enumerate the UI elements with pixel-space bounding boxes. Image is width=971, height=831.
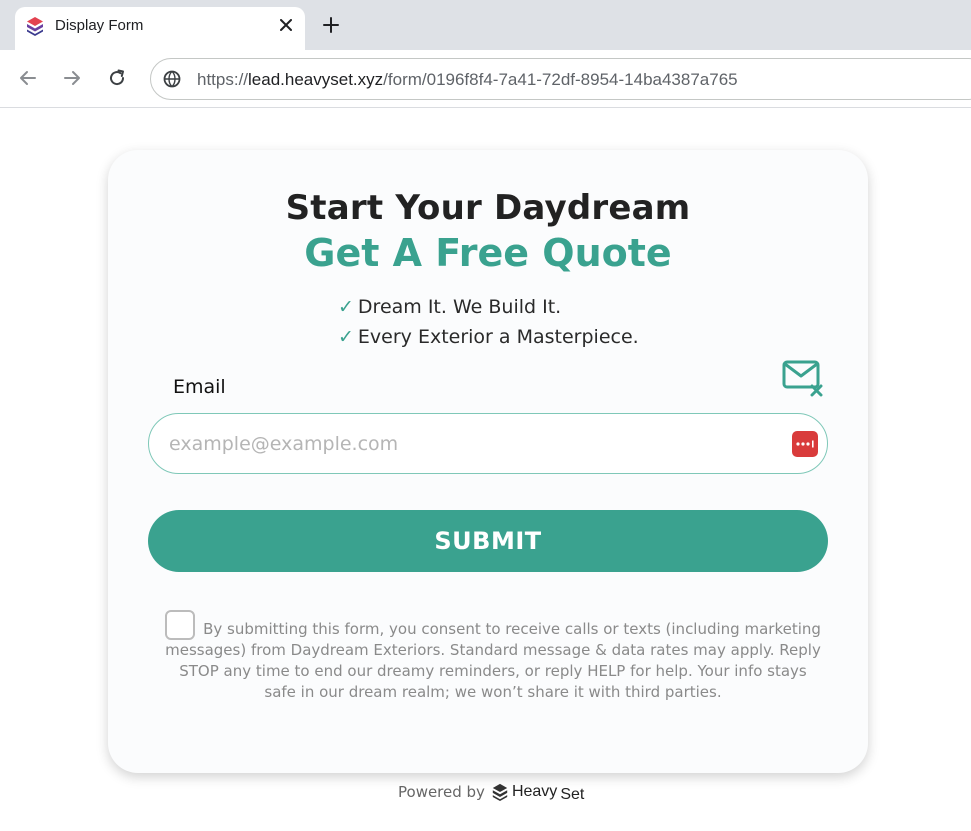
tab-title: Display Form xyxy=(55,17,144,34)
arrow-right-icon xyxy=(64,71,80,85)
powered-by: Powered by Heavy Set xyxy=(398,783,585,803)
mail-x-icon xyxy=(782,360,823,397)
url-host: lead.heavyset.xyz xyxy=(248,70,384,89)
forward-button[interactable] xyxy=(60,66,84,90)
close-tab-button[interactable] xyxy=(275,14,297,36)
back-button[interactable] xyxy=(16,66,40,90)
dots-icon xyxy=(796,440,814,448)
address-bar[interactable]: https://lead.heavyset.xyz/form/0196f8f4-… xyxy=(150,58,971,100)
feature-list: ✓ Dream It. We Build It. ✓ Every Exterior … xyxy=(338,292,639,352)
page-subtitle: Get A Free Quote xyxy=(304,231,672,275)
email-label: Email xyxy=(173,376,226,398)
arrow-left-icon xyxy=(20,71,36,85)
heavyset-logo[interactable]: Heavy Set xyxy=(491,783,585,803)
heavyset-logo-icon xyxy=(492,783,508,801)
feature-text: Every Exterior a Masterpiece. xyxy=(357,326,639,348)
url-text[interactable]: https://lead.heavyset.xyz/form/0196f8f4-… xyxy=(197,70,738,90)
checkmark-icon: ✓ xyxy=(338,326,354,348)
reload-button[interactable] xyxy=(105,66,129,90)
reload-icon xyxy=(110,69,125,86)
page-title: Start Your Daydream xyxy=(285,188,691,228)
submit-button[interactable]: SUBMIT xyxy=(148,510,828,572)
new-tab-button[interactable] xyxy=(319,13,343,37)
browser-tab[interactable]: Display Form xyxy=(15,7,305,50)
consent-text: By submitting this form, you consent to … xyxy=(165,620,821,701)
url-path: /form/0196f8f4-7a41-72df-8954-14ba4387a7… xyxy=(383,70,738,89)
form-card: Start Your Daydream Get A Free Quote ✓ Dr… xyxy=(108,150,868,773)
powered-by-label: Powered by xyxy=(398,783,485,801)
close-icon xyxy=(280,19,292,31)
feature-text: Dream It. We Build It. xyxy=(357,296,562,318)
password-manager-icon[interactable] xyxy=(792,431,818,457)
feature-item: ✓ Dream It. We Build It. xyxy=(338,292,639,322)
url-protocol: https:// xyxy=(197,70,249,89)
globe-icon[interactable] xyxy=(163,70,181,88)
consent-checkbox[interactable] xyxy=(165,610,196,640)
email-field[interactable] xyxy=(148,413,828,474)
email-input[interactable] xyxy=(169,414,769,473)
feature-item: ✓ Every Exterior a Masterpiece. xyxy=(338,322,639,352)
tab-strip: Display Form xyxy=(0,0,971,50)
browser-toolbar: https://lead.heavyset.xyz/form/0196f8f4-… xyxy=(0,50,971,108)
consent-block: By submitting this form, you consent to … xyxy=(163,610,823,703)
brand-set: Set xyxy=(560,786,585,803)
plus-icon xyxy=(323,17,339,33)
brand-heavy: Heavy xyxy=(511,783,558,800)
checkmark-icon: ✓ xyxy=(338,296,354,318)
heavyset-logo-icon xyxy=(27,17,43,36)
